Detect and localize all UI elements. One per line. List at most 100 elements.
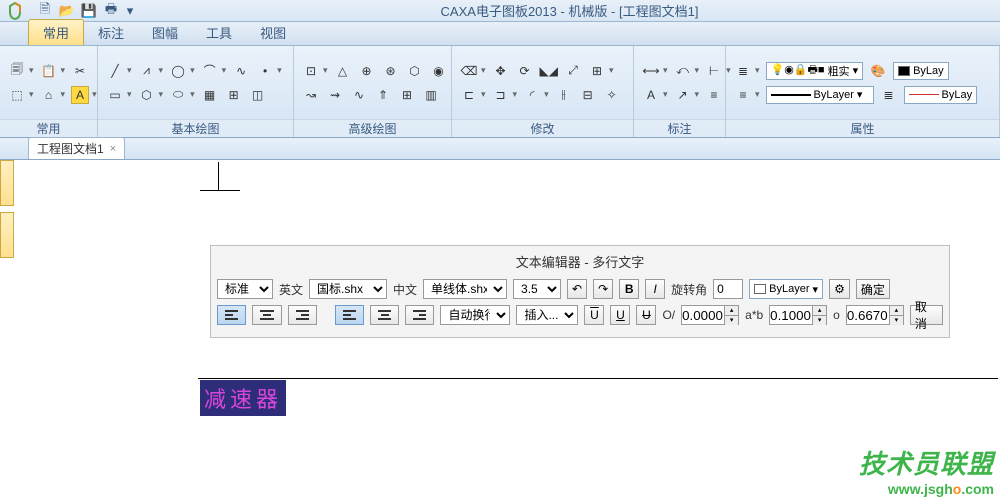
bylayer2[interactable]: ByLayer ▾ xyxy=(766,86,874,104)
align-center-button[interactable] xyxy=(370,305,399,325)
trim-dd[interactable]: ▾ xyxy=(481,89,486,100)
mirror-icon[interactable]: ◣◢ xyxy=(540,62,558,80)
dim-arc-dd[interactable]: ▾ xyxy=(695,65,700,76)
trim-icon[interactable]: ⊏ xyxy=(460,86,478,104)
select-dd[interactable]: ▾ xyxy=(29,89,34,100)
insert-select[interactable]: 插入... xyxy=(516,305,578,325)
redo-button[interactable]: ↷ xyxy=(593,279,613,299)
side-panel-stub-2[interactable] xyxy=(0,212,14,258)
layer-icon[interactable]: ≣ xyxy=(734,62,752,80)
spin-down3[interactable]: ▾ xyxy=(889,316,903,325)
valign-bot-button[interactable] xyxy=(288,305,317,325)
style-select[interactable]: 标准 xyxy=(217,279,273,299)
rect-dd[interactable]: ▾ xyxy=(127,89,132,100)
point-dd[interactable]: ▾ xyxy=(277,65,282,76)
extend-dd[interactable]: ▾ xyxy=(513,89,518,100)
qat-new-icon[interactable]: 🗎 xyxy=(36,3,54,19)
tab-view[interactable]: 视图 xyxy=(246,20,300,45)
copy-dd[interactable]: ▾ xyxy=(29,65,34,76)
dim-cont-icon[interactable]: ⊢ xyxy=(705,62,723,80)
underline-button[interactable]: U xyxy=(610,305,630,325)
cn-font-select[interactable]: 单线体.shx xyxy=(423,279,507,299)
width-input[interactable] xyxy=(770,306,812,324)
circle-icon[interactable]: ◯ xyxy=(169,62,187,80)
select-icon[interactable]: ⬚ xyxy=(8,86,26,104)
layer-dd[interactable]: ▾ xyxy=(755,65,760,76)
en-font-select[interactable]: 国标.shx xyxy=(309,279,387,299)
tab-common[interactable]: 常用 xyxy=(28,19,84,45)
adv9-icon[interactable]: ∿ xyxy=(350,86,368,104)
dim-lin-icon[interactable]: ⟷ xyxy=(642,62,660,80)
spin-up2[interactable]: ▴ xyxy=(812,306,826,316)
dim-a-icon[interactable]: A xyxy=(642,86,660,104)
ltype-icon[interactable]: ≡ xyxy=(734,86,752,104)
circle-dd[interactable]: ▾ xyxy=(190,65,195,76)
wrap-select[interactable]: 自动换行 xyxy=(440,305,510,325)
spin-up[interactable]: ▴ xyxy=(724,306,738,316)
rotate-icon[interactable]: ⟳ xyxy=(516,62,534,80)
poly-dd[interactable]: ▾ xyxy=(159,89,164,100)
arc-icon[interactable]: ⌒ xyxy=(201,62,219,80)
oblique-spinner[interactable]: ▴▾ xyxy=(681,305,739,325)
side-panel-stub-1[interactable] xyxy=(0,160,14,206)
rect-icon[interactable]: ▭ xyxy=(106,86,124,104)
fillet-dd[interactable]: ▾ xyxy=(544,89,549,100)
settings-button[interactable]: ⚙ xyxy=(829,279,850,299)
pline-icon[interactable]: ⩘ xyxy=(138,62,156,80)
copy-icon[interactable]: 🗐 xyxy=(8,62,26,80)
qat-open-icon[interactable]: 📂 xyxy=(58,3,76,19)
offset-icon[interactable]: ⫲ xyxy=(555,86,573,104)
dim-lin-dd[interactable]: ▾ xyxy=(663,65,668,76)
explode-icon[interactable]: ✧ xyxy=(603,86,621,104)
tab-annotate[interactable]: 标注 xyxy=(84,20,138,45)
oblique-input[interactable] xyxy=(682,306,724,324)
paste-dd[interactable]: ▾ xyxy=(61,65,66,76)
layer-state[interactable]: 💡◉🔒🖶■ 粗实 ▾ xyxy=(766,62,864,80)
qat-print-icon[interactable]: 🖶 xyxy=(102,3,120,19)
adv2-icon[interactable]: △ xyxy=(334,62,352,80)
line-icon[interactable]: ╱ xyxy=(106,62,124,80)
adv11-icon[interactable]: ⊞ xyxy=(398,86,416,104)
move-icon[interactable]: ✥ xyxy=(492,62,510,80)
break-icon[interactable]: ⊟ xyxy=(579,86,597,104)
qat-save-icon[interactable]: 💾 xyxy=(80,3,98,19)
tol-icon[interactable]: ≡ xyxy=(705,86,723,104)
adv6-icon[interactable]: ◉ xyxy=(430,62,448,80)
ellipse-dd[interactable]: ▾ xyxy=(190,89,195,100)
selected-text[interactable]: 减速器 xyxy=(200,380,286,416)
size-select[interactable]: 3.5 xyxy=(513,279,561,299)
leader-icon[interactable]: ↗ xyxy=(674,86,692,104)
spline-icon[interactable]: ∿ xyxy=(232,62,250,80)
lwt-icon[interactable]: ≣ xyxy=(880,86,898,104)
color-icon[interactable]: 🎨 xyxy=(869,62,887,80)
width-spinner[interactable]: ▴▾ xyxy=(769,305,827,325)
ltype-dd[interactable]: ▾ xyxy=(755,89,760,100)
adv1-icon[interactable]: ⊡ xyxy=(302,62,320,80)
spin-down[interactable]: ▾ xyxy=(724,316,738,325)
valign-top-button[interactable] xyxy=(217,305,246,325)
rotate-input[interactable] xyxy=(713,279,743,299)
fillet-icon[interactable]: ◜ xyxy=(523,86,541,104)
point-icon[interactable]: • xyxy=(256,62,274,80)
leader-dd[interactable]: ▾ xyxy=(695,89,700,100)
bold-button[interactable]: B xyxy=(619,279,639,299)
erase-icon[interactable]: ⌫ xyxy=(460,62,478,80)
hatch-icon[interactable]: ▦ xyxy=(201,86,219,104)
qat-more-icon[interactable]: ▾ xyxy=(121,3,139,19)
valign-mid-button[interactable] xyxy=(252,305,281,325)
strike-button[interactable]: U xyxy=(636,305,656,325)
tab-sheet[interactable]: 图幅 xyxy=(138,20,192,45)
pline-dd[interactable]: ▾ xyxy=(159,65,164,76)
bylayer3[interactable]: ByLay xyxy=(904,86,978,104)
close-icon[interactable]: × xyxy=(110,143,116,155)
spin-up3[interactable]: ▴ xyxy=(889,306,903,316)
array-dd[interactable]: ▾ xyxy=(609,65,614,76)
adv5-icon[interactable]: ⬡ xyxy=(406,62,424,80)
line-dd[interactable]: ▾ xyxy=(127,65,132,76)
italic-button[interactable]: I xyxy=(645,279,665,299)
region-icon[interactable]: ⊞ xyxy=(225,86,243,104)
align-left-button[interactable] xyxy=(335,305,364,325)
scale-icon[interactable]: ⤢ xyxy=(564,62,582,80)
spacing-input[interactable] xyxy=(847,306,889,324)
spin-down2[interactable]: ▾ xyxy=(812,316,826,325)
